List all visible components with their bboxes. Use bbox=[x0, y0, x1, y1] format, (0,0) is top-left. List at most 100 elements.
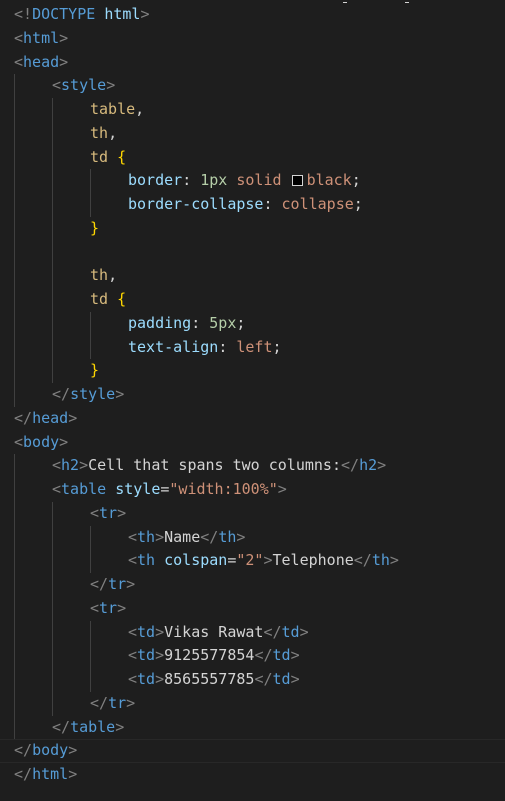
css-selector: td bbox=[90, 290, 109, 308]
indent-guide bbox=[14, 311, 15, 336]
tag-name: h2 bbox=[359, 456, 378, 475]
code-line-26[interactable]: <tr> bbox=[0, 596, 505, 621]
indent-guide bbox=[14, 691, 15, 716]
code-line-6[interactable]: th, bbox=[0, 121, 505, 146]
indent-guide bbox=[90, 644, 91, 668]
css-selector: th bbox=[90, 123, 109, 142]
bracket: </ bbox=[341, 456, 360, 475]
code-line-9[interactable]: border-collapse: collapse; bbox=[0, 193, 505, 217]
css-value: solid bbox=[236, 171, 282, 190]
indent-guide bbox=[14, 644, 15, 668]
indent-guide bbox=[90, 668, 91, 692]
text-content: Cell that spans two columns: bbox=[88, 456, 341, 475]
css-property: border bbox=[128, 171, 183, 190]
bracket: > bbox=[277, 480, 287, 498]
code-line-1[interactable]: <!DOCTYPE html> bbox=[0, 3, 505, 27]
indent-guide bbox=[14, 383, 15, 407]
code-line-30[interactable]: </tr> bbox=[0, 691, 505, 716]
tag-name: th bbox=[371, 551, 390, 570]
indent-guide bbox=[52, 549, 53, 573]
tag-name: th bbox=[218, 527, 237, 546]
bracket: > bbox=[117, 598, 127, 617]
code-line-13[interactable]: td { bbox=[0, 288, 505, 312]
comma: , bbox=[108, 123, 118, 142]
semicolon: ; bbox=[351, 171, 361, 190]
code-line-4[interactable]: <style> bbox=[0, 74, 505, 98]
colon: : bbox=[182, 171, 201, 190]
bracket: </ bbox=[90, 575, 109, 593]
bracket: > bbox=[59, 28, 69, 47]
code-line-12[interactable]: th, bbox=[0, 264, 505, 288]
css-value: black bbox=[306, 171, 352, 190]
code-line-3[interactable]: <head> bbox=[0, 51, 505, 75]
indent-guide bbox=[14, 596, 15, 621]
code-line-7[interactable]: td { bbox=[0, 145, 505, 170]
css-number: 5px bbox=[209, 313, 237, 332]
code-line-15[interactable]: text-align: left; bbox=[0, 335, 505, 360]
code-line-19[interactable]: <body> bbox=[0, 431, 505, 455]
tag-name: style bbox=[70, 385, 116, 403]
code-line-2[interactable]: <html> bbox=[0, 27, 505, 51]
bracket: < bbox=[14, 28, 24, 47]
bracket: > bbox=[117, 503, 127, 522]
indent-guide bbox=[52, 121, 53, 146]
close-brace: } bbox=[90, 361, 100, 380]
indent-guide bbox=[90, 620, 91, 645]
indent-guide bbox=[52, 620, 53, 645]
bracket: < bbox=[128, 670, 138, 688]
doctype-name: html bbox=[104, 5, 141, 23]
bracket: > bbox=[155, 622, 165, 641]
code-line-22[interactable]: <tr> bbox=[0, 501, 505, 526]
attribute-value: "width:100%" bbox=[169, 480, 278, 498]
code-line-14[interactable]: padding: 5px; bbox=[0, 311, 505, 336]
bracket: > bbox=[140, 5, 150, 23]
code-line-29[interactable]: <td>8565557785</td> bbox=[0, 668, 505, 692]
indent-guide bbox=[14, 715, 15, 740]
bracket: > bbox=[290, 646, 300, 665]
code-line-27[interactable]: <td>Vikas Rawat</td> bbox=[0, 620, 505, 645]
code-line-24[interactable]: <th colspan="2">Telephone</th> bbox=[0, 549, 505, 573]
indent-guide bbox=[14, 335, 15, 360]
color-swatch-icon[interactable] bbox=[291, 175, 303, 187]
tag-name: tr bbox=[99, 503, 118, 522]
indent-guide bbox=[90, 311, 91, 336]
code-line-17[interactable]: </style> bbox=[0, 383, 505, 407]
bracket: > bbox=[389, 551, 399, 570]
code-line-33[interactable]: </html> bbox=[0, 763, 505, 787]
bracket: < bbox=[128, 622, 138, 641]
code-line-20[interactable]: <h2>Cell that spans two columns:</h2> bbox=[0, 454, 505, 478]
code-line-10[interactable]: } bbox=[0, 216, 505, 241]
tag-name: th bbox=[137, 527, 156, 546]
tag-name: td bbox=[281, 622, 300, 641]
code-line-21[interactable]: <table style="width:100%"> bbox=[0, 478, 505, 502]
code-line-28[interactable]: <td>9125577854</td> bbox=[0, 644, 505, 668]
bracket: > bbox=[68, 741, 78, 760]
css-property: padding bbox=[128, 313, 192, 332]
code-editor[interactable]: <!DOCTYPE html> <html> <head> <style> ta… bbox=[0, 3, 505, 798]
code-line-31[interactable]: </table> bbox=[0, 715, 505, 740]
code-line-25[interactable]: </tr> bbox=[0, 573, 505, 597]
code-line-5[interactable]: table, bbox=[0, 98, 505, 122]
bracket: > bbox=[155, 527, 165, 546]
text-content: 8565557785 bbox=[164, 670, 255, 688]
indent-guide bbox=[14, 98, 15, 122]
tag-name: h2 bbox=[61, 456, 80, 475]
bracket: < bbox=[128, 527, 138, 546]
indent-guide bbox=[14, 169, 15, 193]
code-line-8[interactable]: border: 1px solid black; bbox=[0, 169, 505, 193]
code-line-16[interactable]: } bbox=[0, 359, 505, 383]
code-line-32[interactable]: </body> bbox=[0, 739, 505, 763]
doctype-keyword: DOCTYPE bbox=[32, 5, 96, 23]
tag-name: td bbox=[272, 670, 291, 688]
code-line-18[interactable]: </head> bbox=[0, 407, 505, 431]
tag-name: table bbox=[70, 717, 116, 736]
indent-guide bbox=[52, 98, 53, 122]
indent-guide bbox=[14, 145, 15, 170]
indent-guide bbox=[90, 525, 91, 550]
code-line-11[interactable] bbox=[0, 240, 505, 265]
code-line-23[interactable]: <th>Name</th> bbox=[0, 525, 505, 550]
bracket: > bbox=[68, 765, 78, 783]
bracket: > bbox=[59, 432, 69, 451]
bracket: > bbox=[299, 622, 309, 641]
